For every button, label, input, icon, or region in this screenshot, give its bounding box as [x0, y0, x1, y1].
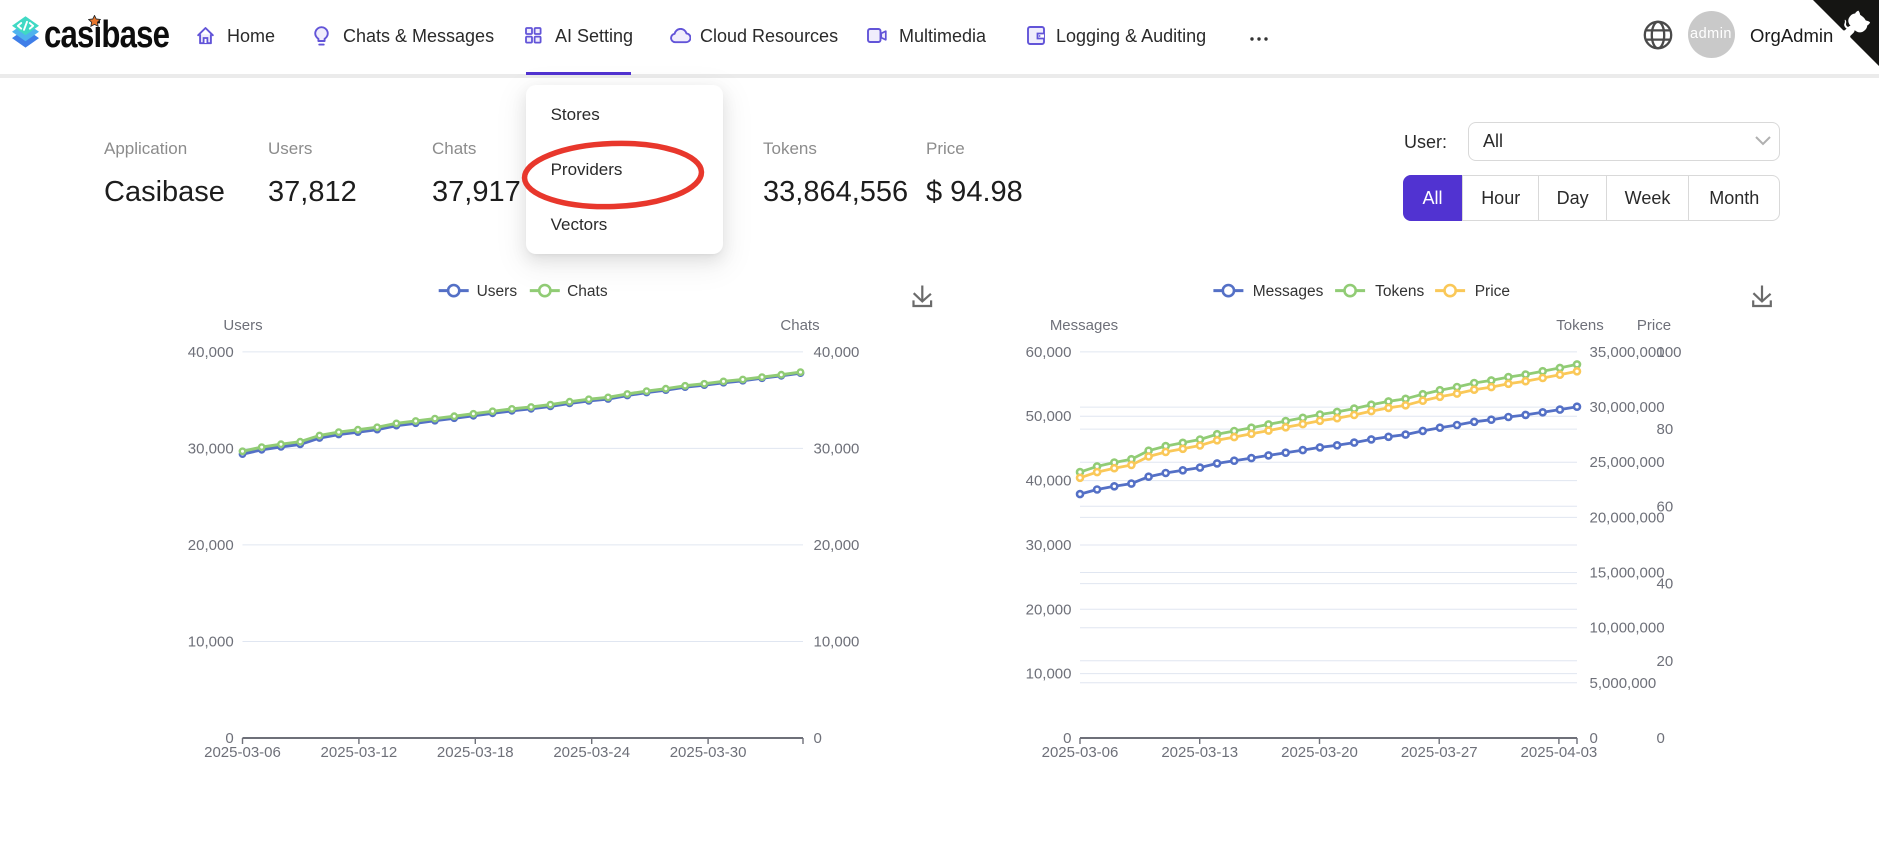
- svg-text:2025-04-03: 2025-04-03: [1521, 744, 1598, 761]
- svg-text:10,000,000: 10,000,000: [1590, 620, 1665, 637]
- svg-text:Tokens: Tokens: [1375, 283, 1424, 300]
- svg-text:2025-03-30: 2025-03-30: [670, 744, 747, 761]
- svg-text:Chats: Chats: [780, 317, 819, 334]
- svg-text:2025-03-06: 2025-03-06: [204, 744, 281, 761]
- svg-text:Users: Users: [223, 317, 262, 334]
- svg-text:2025-03-12: 2025-03-12: [321, 744, 398, 761]
- svg-text:20,000: 20,000: [814, 537, 860, 554]
- svg-text:20,000,000: 20,000,000: [1590, 509, 1665, 526]
- svg-text:20,000: 20,000: [188, 537, 234, 554]
- svg-text:30,000: 30,000: [188, 440, 234, 457]
- svg-text:5,000,000: 5,000,000: [1590, 675, 1657, 692]
- svg-text:50,000: 50,000: [1026, 408, 1072, 425]
- svg-text:2025-03-13: 2025-03-13: [1161, 744, 1238, 761]
- svg-text:10,000: 10,000: [1026, 666, 1072, 683]
- svg-text:Messages: Messages: [1253, 283, 1324, 300]
- svg-text:Messages: Messages: [1050, 317, 1118, 334]
- svg-text:2025-03-24: 2025-03-24: [553, 744, 630, 761]
- svg-text:10,000: 10,000: [814, 634, 860, 651]
- svg-text:40,000: 40,000: [1026, 473, 1072, 490]
- svg-text:2025-03-06: 2025-03-06: [1042, 744, 1119, 761]
- svg-text:35,000,000: 35,000,000: [1590, 344, 1665, 361]
- svg-text:Price: Price: [1637, 317, 1671, 334]
- svg-text:10,000: 10,000: [188, 634, 234, 651]
- svg-text:20: 20: [1657, 653, 1674, 670]
- svg-text:40,000: 40,000: [814, 344, 860, 361]
- svg-text:Users: Users: [477, 283, 518, 300]
- svg-text:40,000: 40,000: [188, 344, 234, 361]
- svg-text:Tokens: Tokens: [1556, 317, 1604, 334]
- svg-text:30,000,000: 30,000,000: [1590, 399, 1665, 416]
- svg-text:100: 100: [1657, 344, 1682, 361]
- svg-text:25,000,000: 25,000,000: [1590, 454, 1665, 471]
- svg-text:60,000: 60,000: [1026, 344, 1072, 361]
- svg-text:30,000: 30,000: [814, 440, 860, 457]
- svg-text:20,000: 20,000: [1026, 601, 1072, 618]
- svg-text:30,000: 30,000: [1026, 537, 1072, 554]
- svg-text:Chats: Chats: [567, 283, 608, 300]
- svg-text:Price: Price: [1475, 283, 1510, 300]
- svg-text:0: 0: [1657, 730, 1665, 747]
- svg-text:15,000,000: 15,000,000: [1590, 565, 1665, 582]
- svg-text:2025-03-18: 2025-03-18: [437, 744, 514, 761]
- svg-text:60: 60: [1657, 498, 1674, 515]
- svg-text:2025-03-20: 2025-03-20: [1281, 744, 1358, 761]
- svg-text:2025-03-27: 2025-03-27: [1401, 744, 1478, 761]
- svg-text:40: 40: [1657, 576, 1674, 593]
- svg-text:0: 0: [814, 730, 822, 747]
- svg-text:80: 80: [1657, 421, 1674, 438]
